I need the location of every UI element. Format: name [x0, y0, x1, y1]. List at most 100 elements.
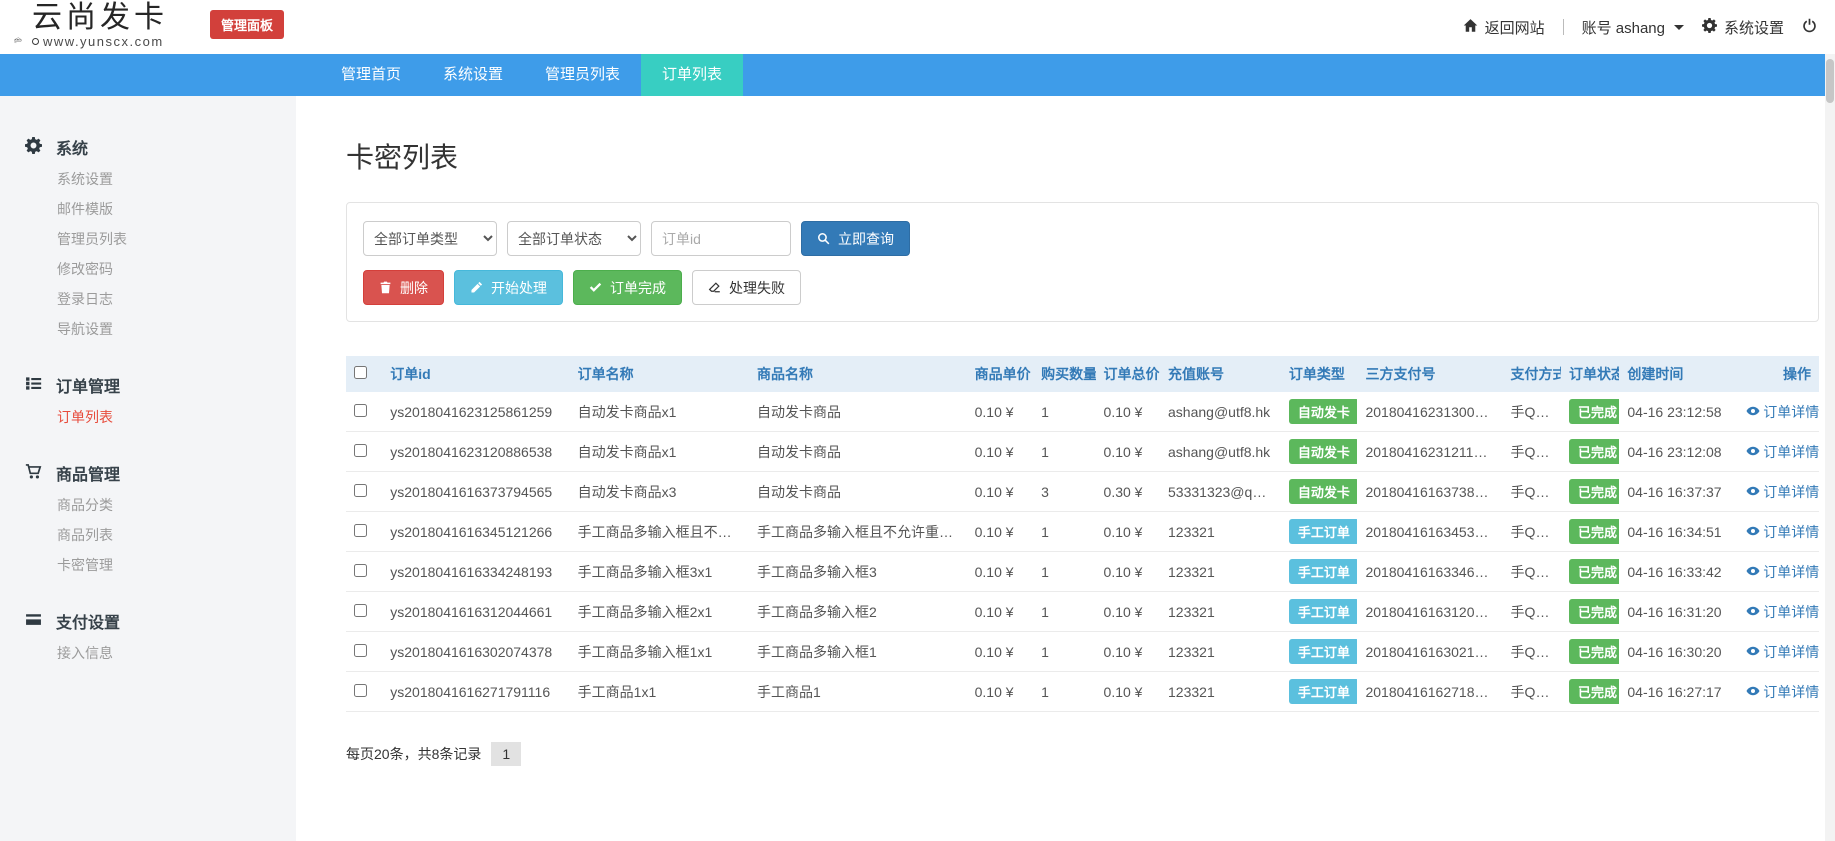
eye-icon	[1746, 644, 1760, 660]
search-button[interactable]: 立即查询	[801, 221, 910, 256]
sidebar-section: 订单管理订单列表	[0, 368, 296, 432]
cell-pay_no: 2018041616271897678	[1357, 672, 1502, 712]
order-status-badge: 已完成	[1569, 599, 1619, 624]
main-nav: 管理首页系统设置管理员列表订单列表	[0, 54, 1835, 96]
cell-order_name: 自动发卡商品x1	[570, 432, 749, 472]
nav-tab-item[interactable]: 管理首页	[320, 54, 422, 96]
sidebar-item[interactable]: 邮件模版	[0, 194, 296, 224]
scrollbar[interactable]	[1825, 54, 1835, 841]
order-type-select[interactable]: 全部订单类型	[363, 221, 497, 256]
cell-checkbox	[346, 592, 382, 632]
cell-unit_price: 0.10 ¥	[967, 392, 1033, 432]
order-detail-link[interactable]: 订单详情	[1746, 682, 1819, 702]
column-header-order_id: 订单id	[382, 356, 569, 392]
order-detail-link[interactable]: 订单详情	[1746, 402, 1819, 422]
cell-pay_no: 2018041616312025841	[1357, 592, 1502, 632]
sidebar-item[interactable]: 接入信息	[0, 638, 296, 668]
cell-order_status: 已完成	[1561, 592, 1619, 632]
sidebar-item[interactable]: 卡密管理	[0, 550, 296, 580]
sidebar-item[interactable]: 商品列表	[0, 520, 296, 550]
select-all-checkbox[interactable]	[354, 366, 367, 379]
order-detail-link[interactable]: 订单详情	[1746, 642, 1819, 662]
row-checkbox[interactable]	[354, 444, 367, 457]
column-header-order_status: 订单状态	[1561, 356, 1619, 392]
nav-tab-active[interactable]: 订单列表	[641, 54, 743, 96]
cart-icon	[25, 463, 42, 483]
cell-recharge_account: ashang@utf8.hk	[1160, 392, 1281, 432]
cell-product_name: 手工商品多输入框1	[749, 632, 967, 672]
cell-pay_no: 2018041616345379810	[1357, 512, 1502, 552]
brand-logo[interactable]: YUNSCX 云尚发卡 www.yunscx.com	[12, 3, 168, 51]
cell-order_name: 自动发卡商品x3	[570, 472, 749, 512]
cell-quantity: 1	[1033, 392, 1095, 432]
column-header-pay_no: 三方支付号	[1357, 356, 1502, 392]
eye-icon	[1746, 404, 1760, 420]
column-header-total_price: 订单总价	[1096, 356, 1160, 392]
cell-action: 订单详情	[1738, 672, 1819, 712]
cell-total_price: 0.10 ¥	[1096, 432, 1160, 472]
nav-tab-item[interactable]: 管理员列表	[524, 54, 641, 96]
table-row: ys2018041623125861259自动发卡商品x1自动发卡商品0.10 …	[346, 392, 1819, 432]
start-process-button[interactable]: 开始处理	[454, 270, 563, 305]
back-to-site-link[interactable]: 返回网站	[1463, 17, 1545, 38]
sidebar-item[interactable]: 修改密码	[0, 254, 296, 284]
cell-action: 订单详情	[1738, 432, 1819, 472]
process-failed-button[interactable]: 处理失败	[692, 270, 801, 305]
cell-unit_price: 0.10 ¥	[967, 432, 1033, 472]
row-checkbox[interactable]	[354, 604, 367, 617]
order-detail-link[interactable]: 订单详情	[1746, 602, 1819, 622]
row-checkbox[interactable]	[354, 484, 367, 497]
nav-tab-item[interactable]: 系统设置	[422, 54, 524, 96]
sidebar-item[interactable]: 导航设置	[0, 314, 296, 344]
sidebar-item[interactable]: 系统设置	[0, 164, 296, 194]
order-type-badge: 自动发卡	[1289, 439, 1358, 464]
order-status-badge: 已完成	[1569, 479, 1619, 504]
cell-unit_price: 0.10 ¥	[967, 632, 1033, 672]
filter-panel: 全部订单类型 全部订单状态 立即查询 删除开始处理订单完成处理失败	[346, 202, 1819, 322]
order-detail-link[interactable]: 订单详情	[1746, 522, 1819, 542]
cell-quantity: 1	[1033, 672, 1095, 712]
cell-unit_price: 0.10 ¥	[967, 512, 1033, 552]
sidebar-item[interactable]: 商品分类	[0, 490, 296, 520]
row-checkbox[interactable]	[354, 404, 367, 417]
logout-button[interactable]	[1802, 18, 1817, 35]
cell-checkbox	[346, 432, 382, 472]
scrollbar-thumb[interactable]	[1826, 59, 1834, 103]
order-detail-link[interactable]: 订单详情	[1746, 442, 1819, 462]
cell-unit_price: 0.10 ¥	[967, 592, 1033, 632]
cell-created_at: 04-16 16:27:17	[1619, 672, 1738, 712]
cell-action: 订单详情	[1738, 512, 1819, 552]
cell-total_price: 0.10 ¥	[1096, 552, 1160, 592]
cell-order_type: 手工订单	[1281, 552, 1358, 592]
order-id-input[interactable]	[651, 221, 791, 256]
settings-link[interactable]: 系统设置	[1702, 17, 1784, 38]
eye-icon	[1746, 564, 1760, 580]
page-number-button[interactable]: 1	[491, 742, 521, 766]
row-checkbox[interactable]	[354, 644, 367, 657]
sidebar-item[interactable]: 订单列表	[0, 402, 296, 432]
order-complete-button[interactable]: 订单完成	[573, 270, 682, 305]
cell-pay_method: 手Q扫码	[1503, 592, 1561, 632]
cell-pay_method: 手Q扫码	[1503, 432, 1561, 472]
order-status-select[interactable]: 全部订单状态	[507, 221, 641, 256]
row-checkbox[interactable]	[354, 684, 367, 697]
cell-order_status: 已完成	[1561, 432, 1619, 472]
sidebar-item[interactable]: 管理员列表	[0, 224, 296, 254]
order-status-badge: 已完成	[1569, 559, 1619, 584]
table-row: ys2018041616345121266手工商品多输入框且不允许重复下单x1手…	[346, 512, 1819, 552]
cell-quantity: 1	[1033, 512, 1095, 552]
cell-pay_method: 手Q扫码	[1503, 392, 1561, 432]
cell-total_price: 0.10 ¥	[1096, 592, 1160, 632]
row-checkbox[interactable]	[354, 524, 367, 537]
order-status-badge: 已完成	[1569, 679, 1619, 704]
order-detail-link[interactable]: 订单详情	[1746, 482, 1819, 502]
account-menu[interactable]: 账号 ashang	[1582, 17, 1684, 38]
page-title: 卡密列表	[346, 136, 1819, 176]
eye-icon	[1746, 444, 1760, 460]
gear-icon	[25, 137, 42, 157]
delete-button[interactable]: 删除	[363, 270, 444, 305]
sidebar-item[interactable]: 登录日志	[0, 284, 296, 314]
order-detail-link[interactable]: 订单详情	[1746, 562, 1819, 582]
row-checkbox[interactable]	[354, 564, 367, 577]
cell-order_id: ys2018041616312044661	[382, 592, 569, 632]
